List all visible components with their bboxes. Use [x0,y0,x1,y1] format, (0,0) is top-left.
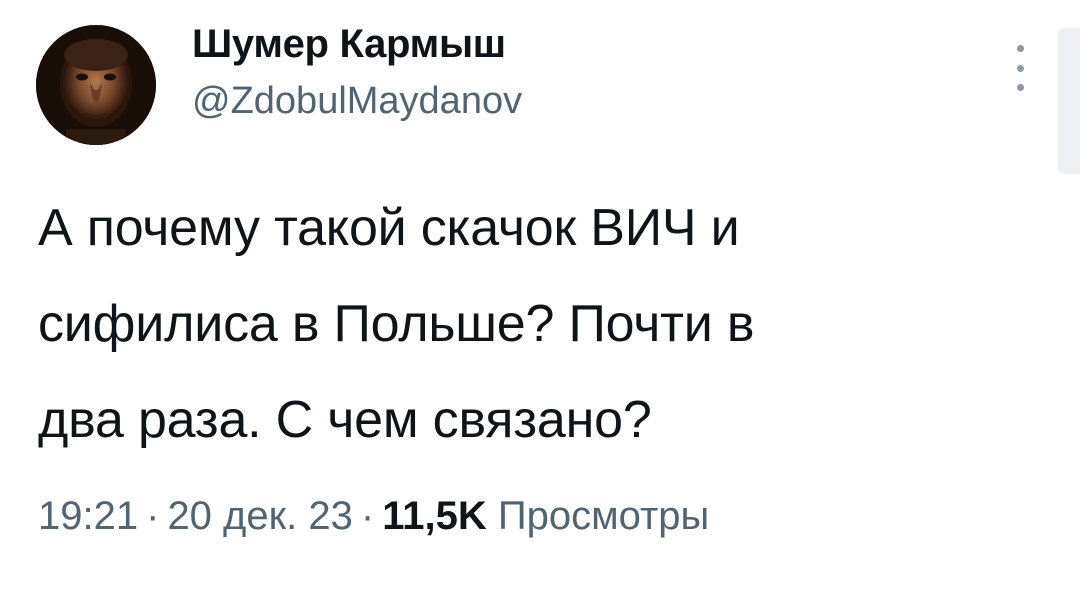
meta-separator: · [146,494,160,538]
tweet-meta: 19:21 · 20 дек. 23 · 11,5K Просмотры [38,494,709,539]
tweet-time[interactable]: 19:21 [38,494,138,538]
more-options-button[interactable] [1006,45,1034,91]
views-count: 11,5K [382,494,487,538]
tweet-date[interactable]: 20 дек. 23 [167,494,352,538]
avatar[interactable] [36,25,156,145]
more-vertical-icon-dot [1016,64,1024,72]
more-vertical-icon-dot [1016,84,1024,91]
views-label: Просмотры [497,494,710,538]
tweet-card: Шумер Кармыш @ZdobulMaydanov А почему та… [0,0,1080,589]
author-display-name[interactable]: Шумер Кармыш [192,22,506,67]
scrollbar-track[interactable] [1058,28,1080,174]
tweet-text-line: два раза. С чем связано? [38,391,652,449]
tweet-text-line: сифилиса в Польше? Почти в [38,295,755,353]
author-handle[interactable]: @ZdobulMaydanov [192,80,522,123]
avatar-image [36,25,156,145]
meta-separator: · [360,494,375,538]
tweet-text: А почему такой скачок ВИЧ и сифилиса в П… [38,180,1048,468]
more-vertical-icon [1016,45,1024,52]
tweet-text-line: А почему такой скачок ВИЧ и [38,199,740,257]
